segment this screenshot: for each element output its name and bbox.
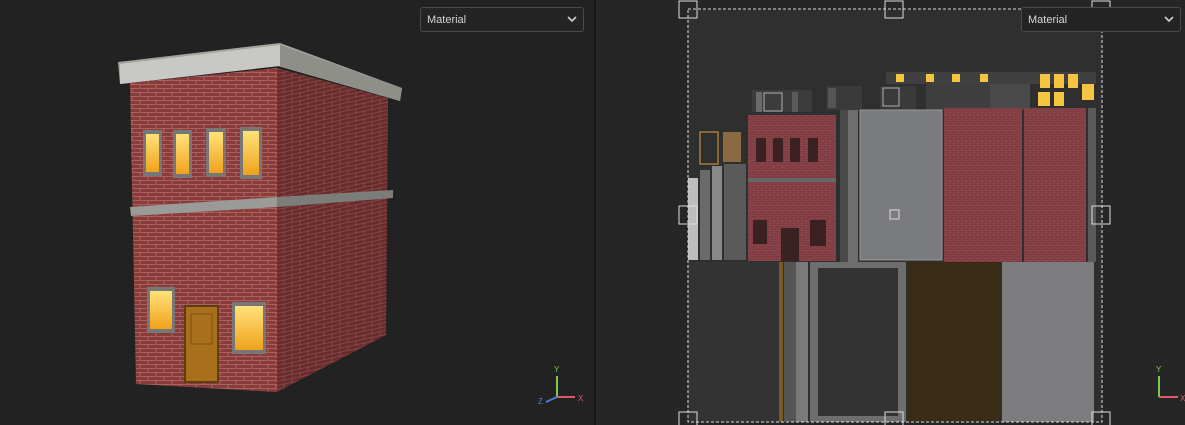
axis-x-label: X <box>1180 394 1185 403</box>
material-dropdown-uv[interactable]: Material <box>1021 7 1181 32</box>
axis-gizmo-3d: Y Z X <box>538 365 584 406</box>
axis-x-label: X <box>578 394 584 403</box>
uv-brick-side-a <box>944 108 1022 262</box>
axis-z-label: Z <box>538 397 543 406</box>
axis-y-label: Y <box>554 365 560 374</box>
axis-gizmo-uv: Y X <box>1156 365 1185 403</box>
chevron-down-icon <box>1164 16 1174 23</box>
chevron-down-icon <box>567 16 577 23</box>
uv-grey-panel <box>859 109 943 261</box>
axis-y-label: Y <box>1156 365 1162 374</box>
uv-brick-side-b <box>1024 108 1086 262</box>
uv-texture-canvas[interactable]: Y X <box>596 0 1185 425</box>
uv-door-wood <box>908 262 1000 422</box>
uv-dark-panel <box>688 262 782 422</box>
uv-editor[interactable]: Y X Material <box>596 0 1185 425</box>
material-dropdown-label: Material <box>427 14 467 26</box>
viewport-3d[interactable]: Y Z X Material <box>0 0 594 425</box>
material-dropdown-3d[interactable]: Material <box>420 7 584 32</box>
building-model[interactable]: Y Z X <box>0 0 594 425</box>
material-dropdown-label: Material <box>1028 14 1068 26</box>
uv-concrete-panel <box>1002 262 1094 422</box>
